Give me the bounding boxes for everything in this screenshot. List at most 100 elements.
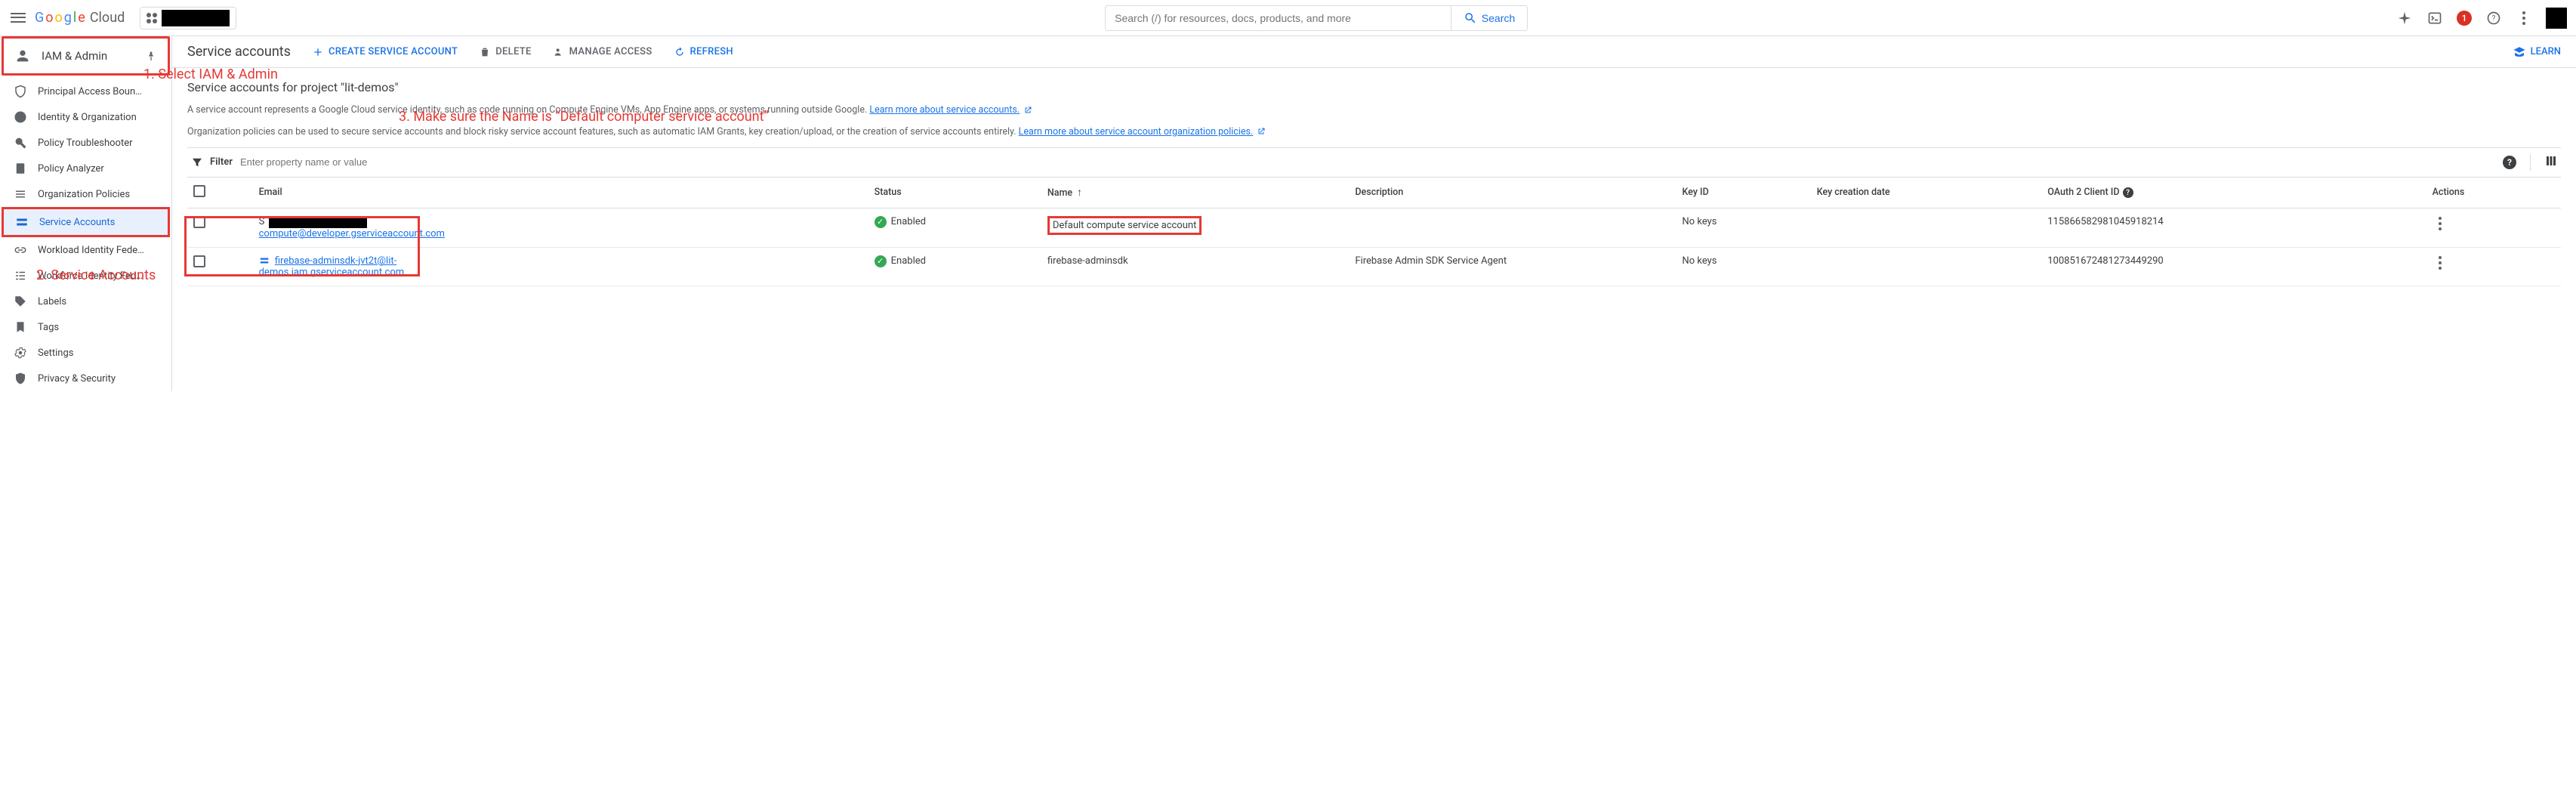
sidebar-item-identity-org[interactable]: Identity & Organization xyxy=(0,104,171,130)
cell-description: Firebase Admin SDK Service Agent xyxy=(1349,247,1676,286)
cell-keydate xyxy=(1811,247,2042,286)
th-name[interactable]: Name↑ xyxy=(1041,178,1350,208)
search-icon xyxy=(1464,11,1477,25)
refresh-button[interactable]: REFRESH xyxy=(674,46,733,58)
more-icon[interactable] xyxy=(2516,10,2532,26)
gemini-icon[interactable] xyxy=(2396,10,2413,26)
sidebar-item-label: Settings xyxy=(38,347,73,359)
action-label: DELETE xyxy=(495,46,531,57)
person-circle-icon xyxy=(14,110,27,124)
th-actions: Actions xyxy=(2426,178,2561,208)
th-description[interactable]: Description xyxy=(1349,178,1676,208)
search-button-label: Search xyxy=(1482,12,1515,24)
gear-icon xyxy=(14,346,27,360)
filter-icon xyxy=(190,156,204,169)
th-keyid[interactable]: Key ID xyxy=(1676,178,1810,208)
sidebar-item-principal-access[interactable]: Principal Access Boun… xyxy=(0,79,171,104)
column-display-icon[interactable] xyxy=(2544,154,2558,171)
top-bar: Google Cloud Search 1 ? xyxy=(0,0,2576,36)
action-label: CREATE SERVICE ACCOUNT xyxy=(329,46,458,57)
row-actions-menu[interactable] xyxy=(2433,255,2448,270)
list-alt-icon xyxy=(14,269,27,283)
th-email[interactable]: Email xyxy=(253,178,868,208)
document-search-icon xyxy=(14,162,27,175)
th-oauth[interactable]: OAuth 2 Client ID? xyxy=(2041,178,2426,208)
row-actions-menu[interactable] xyxy=(2433,216,2448,231)
sidebar-item-label: Workforce Identity Fed… xyxy=(38,270,143,282)
sidebar-item-policy-analyzer[interactable]: Policy Analyzer xyxy=(0,156,171,181)
sidebar-item-org-policies[interactable]: Organization Policies xyxy=(0,181,171,207)
row-checkbox[interactable] xyxy=(193,216,205,228)
cell-oauth: 115866582981045918214 xyxy=(2041,208,2426,247)
create-service-account-button[interactable]: CREATE SERVICE ACCOUNT xyxy=(312,46,458,58)
plus-icon xyxy=(312,46,324,58)
filter-help-icon[interactable]: ? xyxy=(2503,156,2516,169)
service-account-email-link[interactable]: firebase-adminsdk-jvt2t@lit- xyxy=(275,255,396,267)
sidebar-section-iam-admin[interactable]: IAM & Admin xyxy=(2,36,170,76)
sidebar-item-service-accounts[interactable]: Service Accounts xyxy=(4,209,168,235)
cell-name: Default compute service account xyxy=(1053,220,1196,231)
sidebar-item-label: Organization Policies xyxy=(38,189,130,200)
sidebar-item-label: Policy Troubleshooter xyxy=(38,137,133,149)
th-keydate[interactable]: Key creation date xyxy=(1811,178,2042,208)
menu-icon[interactable] xyxy=(9,9,27,27)
shield-outline-icon xyxy=(14,85,27,98)
main-content: Service accounts CREATE SERVICE ACCOUNT … xyxy=(172,36,2576,391)
page-title: Service accounts xyxy=(187,44,291,60)
status-enabled-icon: ✓ xyxy=(875,255,887,267)
project-name-redacted xyxy=(162,10,230,26)
select-all-checkbox[interactable] xyxy=(193,185,205,197)
sidebar-highlight-service-accounts: Service Accounts xyxy=(2,207,170,237)
oauth-help-icon[interactable]: ? xyxy=(2123,187,2133,198)
external-link-icon xyxy=(1257,127,1266,136)
sidebar-item-label: Principal Access Boun… xyxy=(38,86,142,97)
bookmark-icon xyxy=(14,320,27,334)
table-row: S compute@developer.gserviceaccount.com … xyxy=(187,208,2561,247)
sidebar-item-tags[interactable]: Tags xyxy=(0,314,171,340)
content-subtitle: Service accounts for project "lit-demos" xyxy=(187,80,2561,94)
sidebar-item-settings[interactable]: Settings xyxy=(0,340,171,366)
cell-email: S compute@developer.gserviceaccount.com xyxy=(253,208,868,247)
project-selector[interactable] xyxy=(140,7,236,29)
help-icon[interactable]: ? xyxy=(2485,10,2502,26)
service-account-email-link[interactable]: compute@developer.gserviceaccount.com xyxy=(259,228,445,239)
status-enabled-icon: ✓ xyxy=(875,216,887,228)
sidebar-item-policy-troubleshooter[interactable]: Policy Troubleshooter xyxy=(0,130,171,156)
status-cell: ✓Enabled xyxy=(875,255,1035,267)
filter-label: Filter xyxy=(210,156,233,168)
service-account-email-link[interactable]: demos.iam.gserviceaccount.com xyxy=(259,267,405,278)
person-plus-icon xyxy=(553,46,565,58)
pin-icon[interactable] xyxy=(145,50,157,62)
gcp-logo[interactable]: Google Cloud xyxy=(35,10,125,26)
learn-more-org-policies-link[interactable]: Learn more about service account organiz… xyxy=(1019,126,1254,137)
sidebar-item-workload-identity[interactable]: Workload Identity Fede… xyxy=(0,237,171,263)
sidebar-item-privacy-security[interactable]: Privacy & Security xyxy=(0,366,171,391)
learn-button[interactable]: LEARN xyxy=(2513,45,2561,59)
sidebar-item-label: Tags xyxy=(38,322,59,333)
manage-access-button[interactable]: MANAGE ACCESS xyxy=(553,46,652,58)
filter-bar: Filter ? xyxy=(187,147,2561,178)
th-status[interactable]: Status xyxy=(868,178,1041,208)
cell-keydate xyxy=(1811,208,2042,247)
shield-lock-icon xyxy=(14,372,27,385)
divider xyxy=(2530,154,2531,171)
search-input[interactable] xyxy=(1106,12,1451,24)
sidebar-item-label: Service Accounts xyxy=(39,217,115,228)
delete-button[interactable]: DELETE xyxy=(479,46,531,58)
external-link-icon xyxy=(1023,106,1032,115)
cell-name: firebase-adminsdk xyxy=(1041,247,1350,286)
search-button[interactable]: Search xyxy=(1451,6,1527,30)
cloud-shell-icon[interactable] xyxy=(2426,10,2443,26)
sidebar-item-labels[interactable]: Labels xyxy=(0,289,171,314)
service-account-icon xyxy=(15,215,29,229)
notification-badge[interactable]: 1 xyxy=(2457,11,2472,26)
sidebar-item-workforce-identity[interactable]: Workforce Identity Fed… xyxy=(0,263,171,289)
cell-description xyxy=(1349,208,1676,247)
filter-input[interactable] xyxy=(240,156,2503,168)
row-checkbox[interactable] xyxy=(193,255,205,267)
status-cell: ✓Enabled xyxy=(875,216,1035,228)
learn-more-service-accounts-link[interactable]: Learn more about service accounts. xyxy=(869,104,1020,116)
action-label: REFRESH xyxy=(690,46,733,57)
content-description-2: Organization policies can be used to sec… xyxy=(187,125,2561,140)
account-avatar[interactable] xyxy=(2546,8,2567,29)
